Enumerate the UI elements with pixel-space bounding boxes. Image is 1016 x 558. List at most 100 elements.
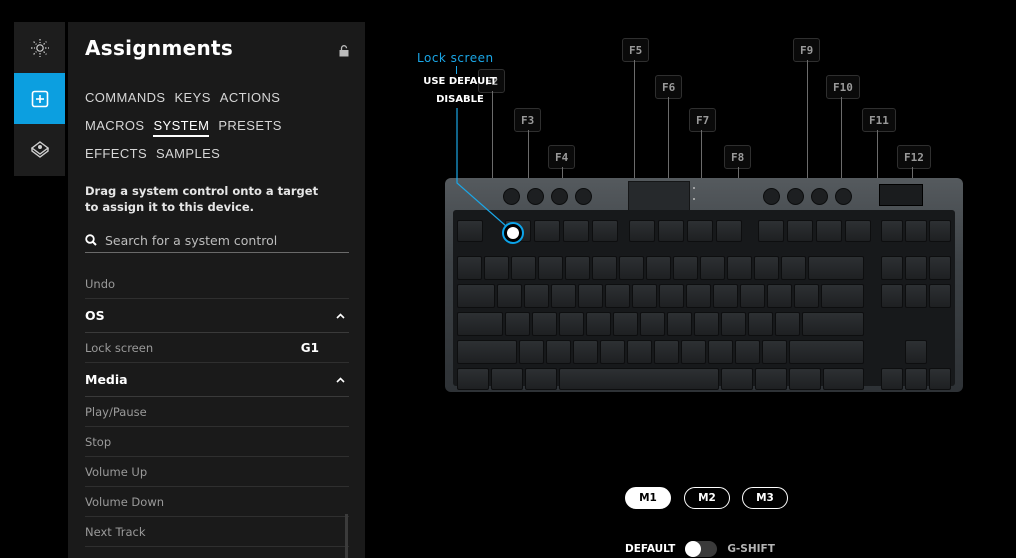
media-button [763,188,780,205]
keycap-f [629,220,655,242]
callout-line [912,167,913,178]
keycap [700,256,725,280]
assignments-tab[interactable] [14,73,65,124]
keycap-nav [929,220,951,242]
list-item-label: Volume Down [85,494,165,509]
mode-m1-button[interactable]: M1 [625,487,671,509]
keycap [735,340,760,364]
lighting-tab[interactable] [14,22,65,73]
joystick-icon [30,140,49,158]
keycap [484,256,509,280]
keycap [640,312,665,336]
tab-macros[interactable]: MACROS [85,118,144,146]
plus-square-icon [31,90,48,107]
keycap [586,312,611,336]
callout-line [841,97,842,178]
list-item-label: Undo [85,276,116,291]
list-item-label: Volume Up [85,464,148,479]
keycap [708,340,733,364]
keycap-menu [789,368,821,390]
callout-line [562,167,563,178]
fkey-callout-f9[interactable]: F9 [793,38,821,62]
list-item-lock-screen[interactable]: Lock screen G1 [85,333,349,363]
fkey-callout-f10[interactable]: F10 [826,75,860,99]
gshift-toggle[interactable] [685,541,718,557]
keycap [754,256,779,280]
keyboard-image [445,178,963,392]
assigned-action-label[interactable]: Lock screen [417,51,494,65]
tab-actions[interactable]: ACTIONS [220,90,281,118]
fkey-callout-f5[interactable]: F5 [622,38,650,62]
assigned-g1-key[interactable] [502,222,524,244]
list-item-volume-down[interactable]: Volume Down [85,487,349,517]
keycap-f [534,220,560,242]
tab-presets[interactable]: PRESETS [218,118,281,146]
keycap-tab [457,284,495,308]
callout-line [877,130,878,178]
keycap-win [491,368,523,390]
fkey-callout-f3[interactable]: F3 [514,108,542,132]
fkey-callout-f12[interactable]: F12 [897,145,931,169]
keycap-nav [929,284,951,308]
indicator-led [693,198,695,200]
search-icon [85,234,97,246]
keycap [673,256,698,280]
keycap-arrow [881,368,903,390]
keycap [632,284,657,308]
callout-line [528,130,529,178]
toggle-label-gshift: G-SHIFT [727,543,775,555]
keycap [775,312,800,336]
keycap-fn [755,368,787,390]
mode-m2-button[interactable]: M2 [684,487,730,509]
list-scrollbar[interactable] [345,514,348,558]
callout-line [634,60,635,178]
mode-m3-button[interactable]: M3 [742,487,788,509]
keycap-enter [802,312,864,336]
category-media[interactable]: Media [85,363,349,397]
lock-icon[interactable] [339,42,349,61]
left-rail [14,22,65,176]
g-key-button [551,188,568,205]
tab-effects[interactable]: EFFECTS [85,146,147,174]
menu-disable[interactable]: DISABLE [416,94,504,105]
game-mode-tab[interactable] [14,124,65,175]
media-button [787,188,804,205]
volume-roller [879,184,923,206]
keycap [659,284,684,308]
keycap [721,312,746,336]
keycap [524,284,549,308]
tab-keys[interactable]: KEYS [174,90,210,118]
callout-line [701,130,702,178]
tab-samples[interactable]: SAMPLES [156,146,220,174]
assigned-callout-line [456,66,457,74]
keycap-f [563,220,589,242]
category-os[interactable]: OS [85,299,349,333]
chevron-up-icon [335,375,345,385]
list-item-volume-up[interactable]: Volume Up [85,457,349,487]
fkey-callout-f7[interactable]: F7 [689,108,717,132]
keycap [767,284,792,308]
list-item-undo[interactable]: Undo [85,269,349,299]
menu-use-default[interactable]: USE DEFAULT [416,76,504,87]
list-item-stop[interactable]: Stop [85,427,349,457]
keycap [740,284,765,308]
chevron-up-icon [335,311,345,321]
keycap [600,340,625,364]
search-field[interactable]: Search for a system control [85,228,349,253]
keycap [592,256,617,280]
toggle-label-default: DEFAULT [625,543,676,555]
fkey-callout-f6[interactable]: F6 [655,75,683,99]
list-item-play-pause[interactable]: Play/Pause [85,397,349,427]
keycap-f [592,220,618,242]
keycap [713,284,738,308]
keycap [627,340,652,364]
tab-system[interactable]: SYSTEM [153,118,210,137]
fkey-callout-f8[interactable]: F8 [724,145,752,169]
fkey-callout-f4[interactable]: F4 [548,145,576,169]
assignments-panel: Assignments COMMANDS KEYS ACTIONS MACROS… [68,22,365,558]
search-placeholder: Search for a system control [105,232,278,248]
fkey-callout-f11[interactable]: F11 [862,108,896,132]
list-item-next-track[interactable]: Next Track [85,517,349,547]
keycap-f [687,220,713,242]
tab-commands[interactable]: COMMANDS [85,90,165,118]
